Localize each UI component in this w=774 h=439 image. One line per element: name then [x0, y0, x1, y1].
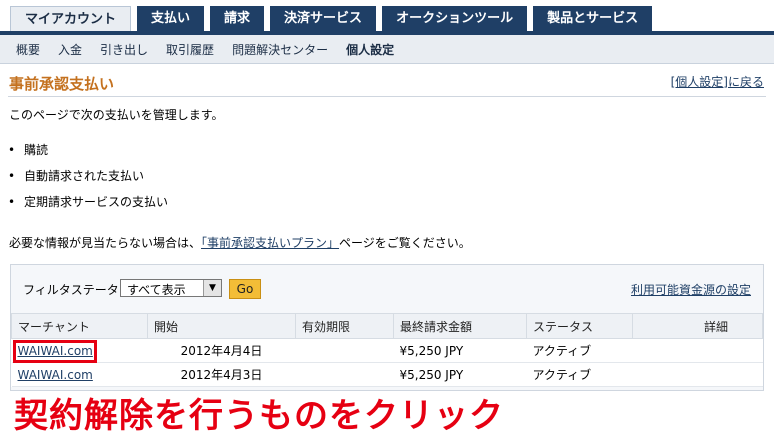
back-to-profile-link[interactable]: [個人設定]に戻る [671, 73, 764, 90]
status: アクティブ [526, 362, 633, 387]
col-last-amount: 最終請求金額 [393, 313, 527, 339]
help-prefix: 必要な情報が見当たらない場合は、 [9, 236, 202, 250]
details [632, 338, 763, 363]
subnav-history[interactable]: 取引履歴 [166, 41, 214, 58]
tab-payments[interactable]: 支払い [137, 6, 205, 32]
help-text: 必要な情報が見当たらない場合は、「事前承認支払いプラン」ページをご覧ください。 [9, 234, 471, 251]
payment-type-list: 購読 自動請求された支払い 定期請求サービスの支払い [8, 140, 168, 218]
subnav-deposit[interactable]: 入金 [58, 41, 82, 58]
col-start: 開始 [147, 313, 296, 339]
help-suffix: ページをご覧ください。 [339, 236, 471, 250]
details [632, 362, 763, 387]
subnav-profile[interactable]: 個人設定 [346, 41, 394, 58]
col-merchant: マーチャント [11, 313, 148, 339]
top-nav: マイアカウント 支払い 請求 決済サービス オークションツール 製品とサービス [0, 0, 774, 33]
page-title: 事前承認支払い [9, 75, 115, 93]
table-row: WAIWAI.com 2012年4月3日 ¥5,250 JPY アクティブ [11, 362, 763, 387]
last-amount: ¥5,250 JPY [393, 338, 527, 363]
tab-billing[interactable]: 請求 [210, 6, 265, 32]
col-expiry: 有効期限 [295, 313, 394, 339]
payments-table: マーチャント 開始 有効期限 最終請求金額 ステータス 詳細 WAIWAI.co… [11, 313, 763, 387]
list-item: 定期請求サービスの支払い [8, 192, 168, 218]
status-filter-select[interactable]: すべて表示 ▼ [120, 279, 222, 297]
go-button[interactable]: Go [229, 279, 261, 299]
divider [8, 96, 766, 97]
start-date: 2012年4月3日 [147, 362, 296, 387]
merchant-link[interactable]: WAIWAI.com [18, 368, 93, 382]
list-item: 自動請求された支払い [8, 166, 168, 192]
tab-payment-services[interactable]: 決済サービス [270, 6, 377, 32]
list-item: 購読 [8, 140, 168, 166]
intro-text: このページで次の支払いを管理します。 [9, 108, 224, 122]
start-date: 2012年4月4日 [147, 338, 296, 363]
status-filter-value: すべて表示 [127, 283, 186, 297]
last-amount: ¥5,250 JPY [393, 362, 527, 387]
table-row: WAIWAI.com 2012年4月4日 ¥5,250 JPY アクティブ [11, 338, 763, 363]
col-status: ステータス [526, 313, 633, 339]
main-tabs: マイアカウント 支払い 請求 決済サービス オークションツール 製品とサービス [10, 6, 653, 33]
funding-sources-link[interactable]: 利用可能資金源の設定 [631, 281, 751, 298]
col-details: 詳細 [632, 313, 763, 339]
preapproved-plan-link[interactable]: 「事前承認支払いプラン」 [201, 236, 339, 250]
expiry-date [295, 338, 394, 363]
status: アクティブ [526, 338, 633, 363]
subnav-resolution-center[interactable]: 問題解決センター [232, 41, 328, 58]
tab-auction-tools[interactable]: オークションツール [382, 6, 528, 32]
tab-products-services[interactable]: 製品とサービス [533, 6, 653, 32]
expiry-date [295, 362, 394, 387]
subnav-overview[interactable]: 概要 [16, 41, 40, 58]
chevron-down-icon[interactable]: ▼ [203, 280, 221, 296]
filter-label: フィルタステータス: [23, 283, 135, 297]
subnav-withdraw[interactable]: 引き出し [100, 41, 148, 58]
table-header-row: マーチャント 開始 有効期限 最終請求金額 ステータス 詳細 [11, 313, 763, 339]
payments-panel: フィルタステータス: すべて表示 ▼ Go 利用可能資金源の設定 マーチャント … [10, 264, 764, 391]
filter-bar: フィルタステータス: すべて表示 ▼ Go 利用可能資金源の設定 [11, 265, 763, 311]
tab-my-account[interactable]: マイアカウント [10, 6, 132, 33]
annotation-text: 契約解除を行うものをクリック [14, 396, 504, 436]
sub-navigation: 概要 入金 引き出し 取引履歴 問題解決センター 個人設定 [0, 35, 774, 64]
highlight-box [13, 340, 97, 363]
